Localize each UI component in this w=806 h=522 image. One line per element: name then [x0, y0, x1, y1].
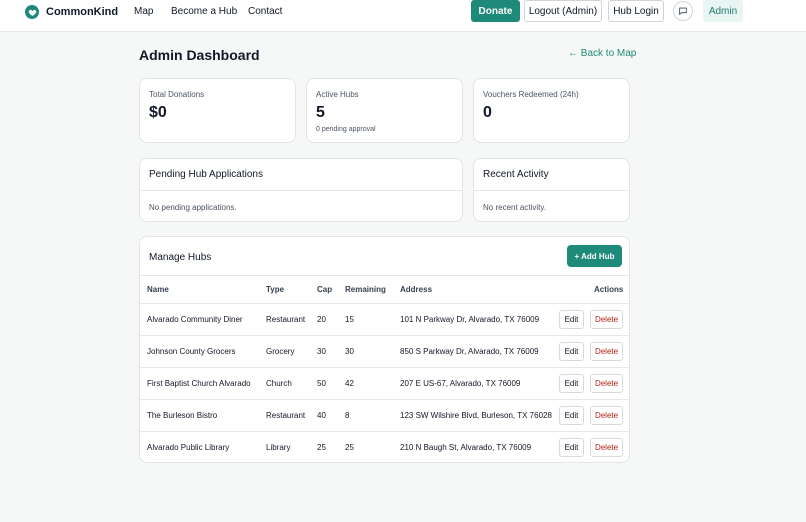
- hub-address: 210 N Baugh St, Alvarado, TX 76009: [400, 443, 532, 452]
- hub-remaining: 30: [345, 347, 354, 356]
- hub-cap: 40: [317, 411, 326, 420]
- heart-icon: [25, 5, 39, 19]
- stat-card-total-donations: Total Donations $0: [139, 78, 296, 143]
- hub-type: Restaurant: [266, 411, 306, 420]
- table-row: Johnson County Grocers Grocery 30 30 850…: [140, 335, 629, 367]
- top-navigation-bar: CommonKind Map Become a Hub Contact Dona…: [0, 0, 806, 32]
- column-header-actions: Actions: [594, 285, 624, 294]
- stat-label: Active Hubs: [316, 90, 359, 99]
- card-title: Manage Hubs: [149, 252, 212, 263]
- hub-name: Alvarado Community Diner: [147, 315, 243, 324]
- hub-cap: 25: [317, 443, 326, 452]
- stat-card-active-hubs: Active Hubs 5 0 pending approval: [306, 78, 463, 143]
- delete-button[interactable]: Delete: [590, 438, 623, 457]
- card-header: Pending Hub Applications: [140, 159, 462, 191]
- table-row: The Burleson Bistro Restaurant 40 8 123 …: [140, 399, 629, 431]
- delete-button[interactable]: Delete: [590, 406, 623, 425]
- chat-bubble-icon: [679, 7, 687, 16]
- hub-address: 123 SW Wilshire Blvd, Burleson, TX 76028: [400, 411, 552, 420]
- hub-name: First Baptist Church Alvarado: [147, 379, 251, 388]
- edit-button[interactable]: Edit: [559, 342, 584, 361]
- manage-hubs-card: Manage Hubs + Add Hub Name Type Cap Rema…: [139, 236, 630, 463]
- column-header-remaining: Remaining: [345, 285, 386, 294]
- edit-button[interactable]: Edit: [559, 310, 584, 329]
- pending-applications-card: Pending Hub Applications No pending appl…: [139, 158, 463, 222]
- hub-address: 101 N Parkway Dr, Alvarado, TX 76009: [400, 315, 540, 324]
- brand[interactable]: CommonKind: [25, 5, 118, 19]
- stat-card-vouchers-redeemed: Vouchers Redeemed (24h) 0: [473, 78, 630, 143]
- nav-link-map[interactable]: Map: [134, 6, 153, 17]
- recent-activity-card: Recent Activity No recent activity.: [473, 158, 630, 222]
- hub-name: The Burleson Bistro: [147, 411, 218, 420]
- hub-address: 850 S Parkway Dr, Alvarado, TX 76009: [400, 347, 539, 356]
- hub-type: Library: [266, 443, 291, 452]
- hub-cap: 50: [317, 379, 326, 388]
- hub-type: Grocery: [266, 347, 295, 356]
- hub-type: Restaurant: [266, 315, 306, 324]
- column-header-name: Name: [147, 285, 169, 294]
- hub-name: Alvarado Public Library: [147, 443, 230, 452]
- table-row: First Baptist Church Alvarado Church 50 …: [140, 367, 629, 399]
- delete-button[interactable]: Delete: [590, 374, 623, 393]
- stat-value: $0: [149, 104, 167, 121]
- table-row: Alvarado Community Diner Restaurant 20 1…: [140, 303, 629, 335]
- chat-button[interactable]: [673, 1, 693, 21]
- column-header-type: Type: [266, 285, 285, 294]
- column-header-address: Address: [400, 285, 433, 294]
- hub-remaining: 42: [345, 379, 354, 388]
- column-header-cap: Cap: [317, 285, 333, 294]
- delete-button[interactable]: Delete: [590, 342, 623, 361]
- brand-name: CommonKind: [46, 6, 119, 18]
- stat-subtext: 0 pending approval: [316, 126, 376, 133]
- card-header: Recent Activity: [474, 159, 629, 191]
- add-hub-button[interactable]: + Add Hub: [567, 245, 622, 267]
- table-divider: [140, 275, 629, 276]
- hub-cap: 20: [317, 315, 326, 324]
- empty-state: No pending applications.: [149, 203, 237, 212]
- stat-label: Vouchers Redeemed (24h): [483, 90, 579, 99]
- donate-button[interactable]: Donate: [471, 0, 520, 22]
- hub-remaining: 15: [345, 315, 354, 324]
- edit-button[interactable]: Edit: [559, 374, 584, 393]
- logout-button[interactable]: Logout (Admin): [524, 0, 602, 22]
- stat-label: Total Donations: [149, 90, 205, 99]
- stat-value: 5: [316, 104, 325, 121]
- hub-address: 207 E US-67, Alvarado, TX 76009: [400, 379, 521, 388]
- card-title: Pending Hub Applications: [149, 169, 263, 180]
- stat-value: 0: [483, 104, 492, 121]
- card-title: Recent Activity: [483, 169, 549, 180]
- admin-badge[interactable]: Admin: [703, 0, 743, 22]
- edit-button[interactable]: Edit: [559, 406, 584, 425]
- hub-login-button[interactable]: Hub Login: [608, 0, 664, 22]
- page-title: Admin Dashboard: [139, 47, 260, 63]
- nav-link-become-hub[interactable]: Become a Hub: [171, 6, 237, 17]
- nav-link-contact[interactable]: Contact: [248, 6, 282, 17]
- hub-name: Johnson County Grocers: [147, 347, 236, 356]
- empty-state: No recent activity.: [483, 203, 546, 212]
- table-row: Alvarado Public Library Library 25 25 21…: [140, 431, 629, 463]
- delete-button[interactable]: Delete: [590, 310, 623, 329]
- hub-remaining: 25: [345, 443, 354, 452]
- hub-cap: 30: [317, 347, 326, 356]
- edit-button[interactable]: Edit: [559, 438, 584, 457]
- hub-type: Church: [266, 379, 292, 388]
- back-to-map-link[interactable]: ← Back to Map: [568, 48, 636, 59]
- hub-remaining: 8: [345, 411, 350, 420]
